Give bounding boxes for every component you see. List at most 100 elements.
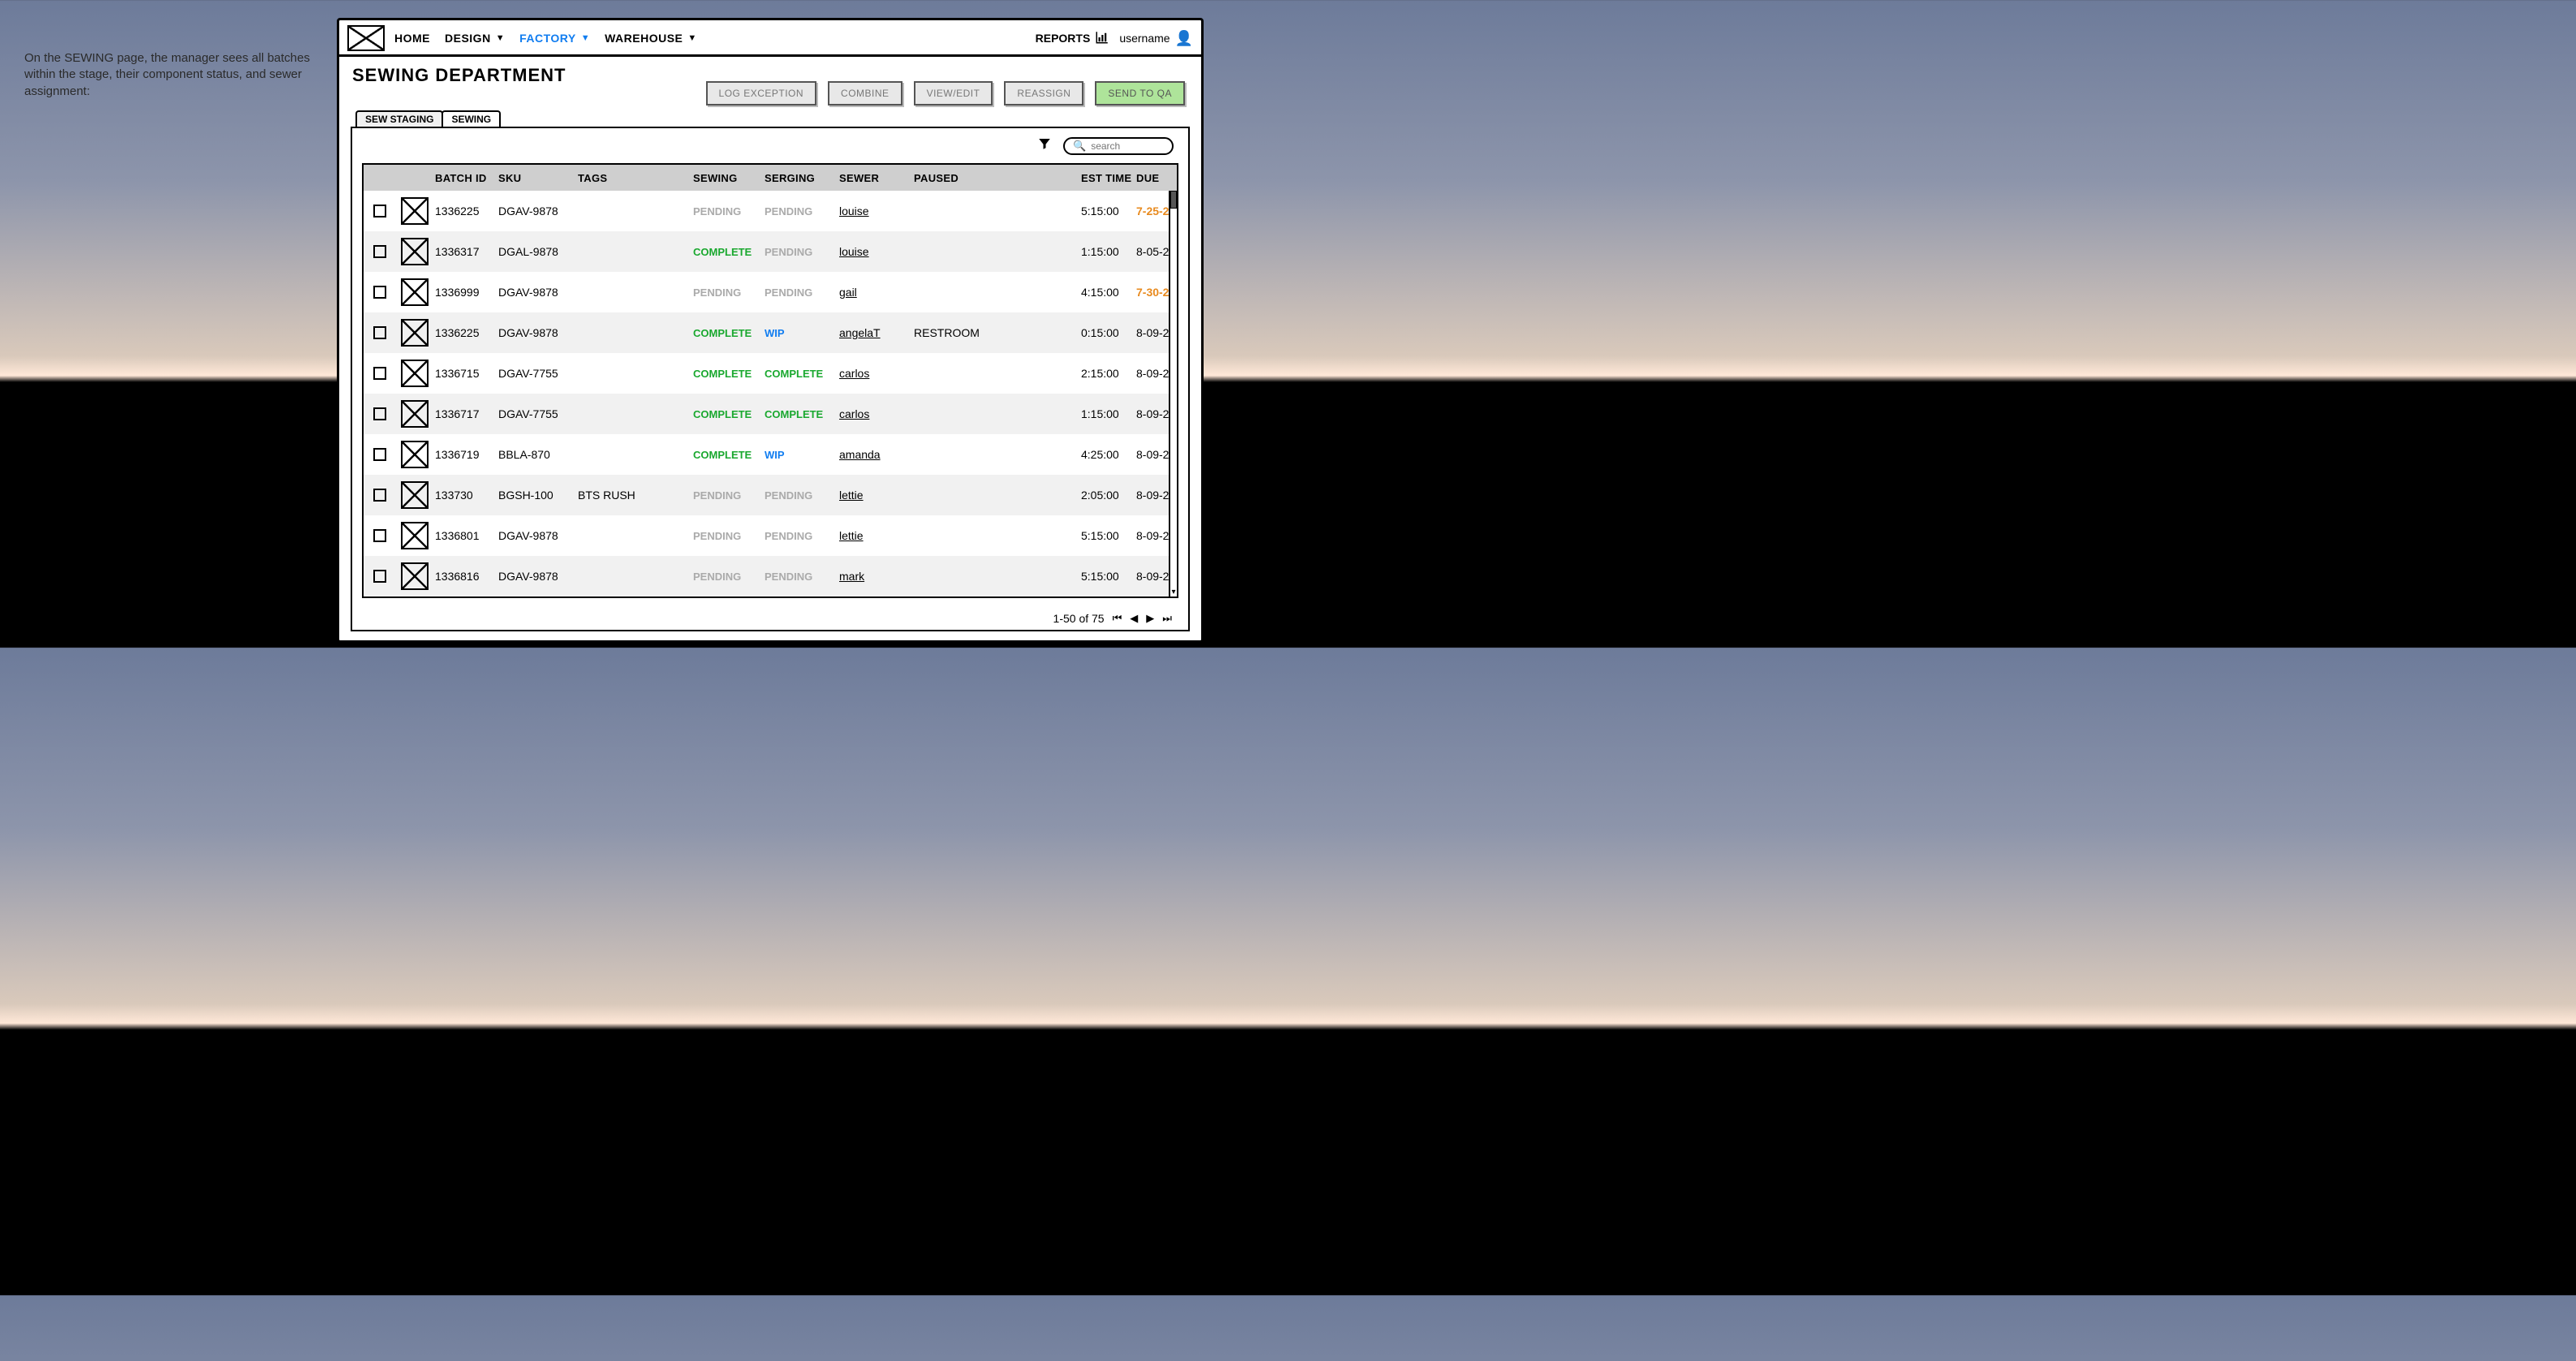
product-thumbnail-icon[interactable] [401,197,429,225]
logo-icon[interactable] [347,25,385,51]
chevron-down-icon: ▼ [581,33,590,43]
combine-button[interactable]: COMBINE [828,81,902,106]
table-row[interactable]: 1336801DGAV-9878PENDINGPENDINGlettie5:15… [364,515,1177,556]
nav-home-label: HOME [394,32,430,45]
scrollbar-down-icon[interactable]: ▾ [1170,587,1177,597]
table-row[interactable]: 1336999DGAV-9878PENDINGPENDINGgail4:15:0… [364,272,1177,312]
product-thumbnail-icon[interactable] [401,360,429,387]
cell-sku: BGSH-100 [498,489,578,502]
scrollbar[interactable]: ▾ [1169,191,1177,597]
row-checkbox[interactable] [373,326,386,339]
row-checkbox[interactable] [373,448,386,461]
cell-sewer-link[interactable]: mark [839,570,864,583]
cell-sewer-link[interactable]: louise [839,245,869,258]
product-thumbnail-icon[interactable] [401,481,429,509]
row-checkbox[interactable] [373,286,386,299]
search-input[interactable] [1091,140,1164,152]
scrollbar-thumb[interactable] [1170,191,1177,209]
cell-est-time: 2:15:00 [1081,367,1136,380]
col-serging: SERGING [765,172,839,184]
cell-est-time: 5:15:00 [1081,205,1136,218]
cell-tags: BTS RUSH [578,489,693,502]
nav-factory[interactable]: FACTORY▼ [519,32,590,45]
row-checkbox[interactable] [373,407,386,420]
product-thumbnail-icon[interactable] [401,278,429,306]
cell-batch-id: 1336715 [435,367,498,380]
cell-sewing-status: PENDING [693,571,765,583]
product-thumbnail-icon[interactable] [401,562,429,590]
pager-prev-icon[interactable]: ◀ [1130,612,1138,625]
cell-est-time: 0:15:00 [1081,326,1136,339]
col-batch-id: BATCH ID [435,172,498,184]
bar-chart-icon [1095,30,1109,47]
cell-est-time: 4:25:00 [1081,448,1136,461]
col-sku: SKU [498,172,578,184]
product-thumbnail-icon[interactable] [401,319,429,347]
product-thumbnail-icon[interactable] [401,238,429,265]
col-tags: TAGS [578,172,693,184]
table-tools: 🔍 [352,128,1188,160]
pager-last-icon[interactable]: ⏭ [1162,612,1172,625]
reassign-button[interactable]: REASSIGN [1004,81,1083,106]
nav-home[interactable]: HOME [394,32,430,45]
view-edit-button[interactable]: VIEW/EDIT [914,81,993,106]
cell-sewer-link[interactable]: louise [839,205,869,218]
tab-sewing[interactable]: SEWING [442,110,501,127]
cell-sewer-link[interactable]: angelaT [839,326,881,339]
cell-batch-id: 1336225 [435,205,498,218]
cell-sku: DGAV-9878 [498,570,578,583]
send-to-qa-button[interactable]: SEND TO QA [1095,81,1185,106]
cell-sewing-status: PENDING [693,489,765,502]
product-thumbnail-icon[interactable] [401,441,429,468]
tab-sew-staging[interactable]: SEW STAGING [355,110,443,127]
row-checkbox[interactable] [373,489,386,502]
cell-sewer-link[interactable]: amanda [839,448,881,461]
row-checkbox[interactable] [373,570,386,583]
cell-sku: BBLA-870 [498,448,578,461]
content-frame: 🔍 BATCH ID SKU TAGS SEWING SERGING SEWER… [351,127,1190,631]
cell-sewer-link[interactable]: carlos [839,407,869,420]
table-row[interactable]: 1336225DGAV-9878COMPLETEWIPangelaTRESTRO… [364,312,1177,353]
nav-design[interactable]: DESIGN▼ [445,32,505,45]
table-row[interactable]: 1336717DGAV-7755COMPLETECOMPLETEcarlos1:… [364,394,1177,434]
cell-serging-status: WIP [765,327,839,339]
row-checkbox[interactable] [373,245,386,258]
log-exception-button[interactable]: LOG EXCEPTION [706,81,817,106]
pager-next-icon[interactable]: ▶ [1146,612,1154,625]
cell-sewing-status: COMPLETE [693,408,765,420]
batch-table: BATCH ID SKU TAGS SEWING SERGING SEWER P… [362,163,1178,598]
cell-est-time: 5:15:00 [1081,570,1136,583]
table-row[interactable]: 133730BGSH-100BTS RUSHPENDINGPENDINGlett… [364,475,1177,515]
cell-sku: DGAL-9878 [498,245,578,258]
nav-warehouse[interactable]: WAREHOUSE▼ [605,32,697,45]
product-thumbnail-icon[interactable] [401,522,429,549]
cell-sewing-status: PENDING [693,205,765,218]
table-row[interactable]: 1336225DGAV-9878PENDINGPENDINGlouise5:15… [364,191,1177,231]
row-checkbox[interactable] [373,367,386,380]
cell-sewer-link[interactable]: carlos [839,367,869,380]
row-checkbox[interactable] [373,529,386,542]
product-thumbnail-icon[interactable] [401,400,429,428]
nav-reports[interactable]: REPORTS [1036,30,1110,47]
nav-design-label: DESIGN [445,32,491,45]
search-box[interactable]: 🔍 [1063,137,1174,155]
filter-icon[interactable] [1037,136,1052,155]
table-body: 1336225DGAV-9878PENDINGPENDINGlouise5:15… [364,191,1177,597]
cell-sewer-link[interactable]: lettie [839,489,864,502]
cell-sewing-status: COMPLETE [693,368,765,380]
username-label: username [1119,32,1170,45]
cell-sewer-link[interactable]: gail [839,286,857,299]
table-row[interactable]: 1336719BBLA-870COMPLETEWIPamanda4:25:008… [364,434,1177,475]
cell-sewing-status: PENDING [693,286,765,299]
table-row[interactable]: 1336816DGAV-9878PENDINGPENDINGmark5:15:0… [364,556,1177,597]
cell-sewer-link[interactable]: lettie [839,529,864,542]
cell-serging-status: PENDING [765,286,839,299]
user-menu[interactable]: username 👤 [1119,30,1193,47]
pager-first-icon[interactable]: ⏮ [1113,612,1122,625]
app-window: HOME DESIGN▼ FACTORY▼ WAREHOUSE▼ REPORTS… [337,18,1204,643]
table-row[interactable]: 1336317DGAL-9878COMPLETEPENDINGlouise1:1… [364,231,1177,272]
table-row[interactable]: 1336715DGAV-7755COMPLETECOMPLETEcarlos2:… [364,353,1177,394]
pager: 1-50 of 75 ⏮ ◀ ▶ ⏭ [1053,612,1172,625]
cell-est-time: 4:15:00 [1081,286,1136,299]
row-checkbox[interactable] [373,205,386,218]
